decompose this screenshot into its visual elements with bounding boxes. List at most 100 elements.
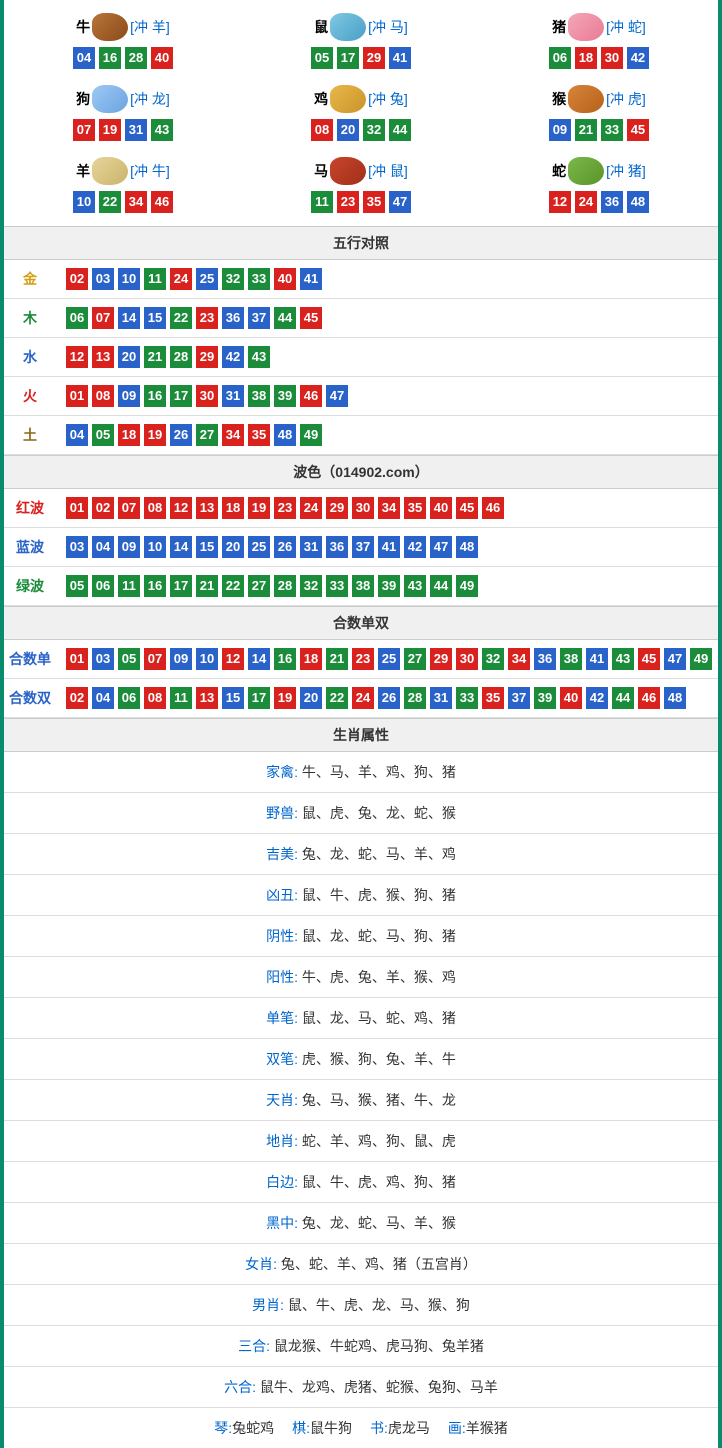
number-ball: 39 — [378, 575, 400, 597]
attr-label: 白边: — [266, 1174, 302, 1190]
number-ball: 18 — [222, 497, 244, 519]
number-ball: 36 — [222, 307, 244, 329]
number-ball: 40 — [151, 47, 173, 69]
attr-label: 家禽: — [266, 764, 302, 780]
number-ball: 02 — [66, 268, 88, 290]
number-ball: 29 — [430, 648, 452, 670]
number-ball: 21 — [144, 346, 166, 368]
number-ball: 40 — [274, 268, 296, 290]
number-ball: 23 — [274, 497, 296, 519]
attr-value: 虎、猴、狗、兔、羊、牛 — [302, 1051, 456, 1067]
zodiac-balls: 11233547 — [242, 191, 480, 213]
number-ball: 42 — [627, 47, 649, 69]
number-ball: 19 — [248, 497, 270, 519]
row-label: 合数单 — [4, 649, 56, 669]
four-item: 书:虎龙马 — [370, 1418, 430, 1438]
number-ball: 34 — [378, 497, 400, 519]
number-ball: 13 — [196, 687, 218, 709]
attr-label: 三合: — [238, 1338, 274, 1354]
number-ball: 34 — [222, 424, 244, 446]
data-row: 火0108091617303138394647 — [4, 377, 718, 416]
zodiac-name: 猪 — [552, 17, 566, 37]
number-ball: 44 — [389, 119, 411, 141]
data-row: 红波0102070812131819232429303435404546 — [4, 489, 718, 528]
number-ball: 41 — [300, 268, 322, 290]
four-val: 羊猴猪 — [466, 1420, 508, 1436]
number-ball: 43 — [404, 575, 426, 597]
zodiac-header: 鼠[冲 马] — [242, 13, 480, 41]
attr-label: 天肖: — [266, 1092, 302, 1108]
number-ball: 46 — [482, 497, 504, 519]
attr-row: 男肖: 鼠、牛、虎、龙、马、猴、狗 — [4, 1285, 718, 1326]
number-ball: 04 — [92, 687, 114, 709]
number-ball: 12 — [170, 497, 192, 519]
zodiac-balls: 04162840 — [4, 47, 242, 69]
number-ball: 13 — [196, 497, 218, 519]
attr-row: 双笔: 虎、猴、狗、兔、羊、牛 — [4, 1039, 718, 1080]
section-header-heshu: 合数单双 — [4, 606, 718, 640]
number-ball: 07 — [144, 648, 166, 670]
number-ball: 38 — [248, 385, 270, 407]
number-ball: 13 — [92, 346, 114, 368]
number-ball: 27 — [196, 424, 218, 446]
number-ball: 24 — [170, 268, 192, 290]
attr-value: 蛇、羊、鸡、狗、鼠、虎 — [302, 1133, 456, 1149]
number-ball: 03 — [92, 268, 114, 290]
number-ball: 47 — [430, 536, 452, 558]
zodiac-icon — [330, 157, 366, 185]
attr-value: 鼠牛、龙鸡、虎猪、蛇猴、兔狗、马羊 — [260, 1379, 498, 1395]
four-item: 琴:兔蛇鸡 — [214, 1418, 274, 1438]
row-balls: 0102070812131819232429303435404546 — [56, 497, 718, 519]
attr-row: 六合: 鼠牛、龙鸡、虎猪、蛇猴、兔狗、马羊 — [4, 1367, 718, 1408]
number-ball: 11 — [144, 268, 166, 290]
number-ball: 22 — [170, 307, 192, 329]
attr-value: 鼠、龙、马、蛇、鸡、猪 — [302, 1010, 456, 1026]
number-ball: 17 — [170, 575, 192, 597]
zodiac-header: 蛇[冲 猪] — [480, 157, 718, 185]
data-row: 绿波05061116172122272832333839434449 — [4, 567, 718, 606]
number-ball: 12 — [549, 191, 571, 213]
four-key: 画: — [448, 1420, 466, 1436]
zodiac-name: 牛 — [76, 17, 90, 37]
number-ball: 38 — [352, 575, 374, 597]
four-key: 棋: — [292, 1420, 310, 1436]
zodiac-conflict: [冲 马] — [368, 17, 408, 37]
zodiac-header: 马[冲 鼠] — [242, 157, 480, 185]
attr-row: 凶丑: 鼠、牛、虎、猴、狗、猪 — [4, 875, 718, 916]
row-label: 金 — [4, 269, 56, 289]
number-ball: 07 — [118, 497, 140, 519]
number-ball: 41 — [378, 536, 400, 558]
row-balls: 04051819262734354849 — [56, 424, 718, 446]
zodiac-cell: 鸡[冲 兔]08203244 — [242, 77, 480, 149]
number-ball: 49 — [690, 648, 712, 670]
four-val: 鼠牛狗 — [310, 1420, 352, 1436]
zodiac-cell: 狗[冲 龙]07193143 — [4, 77, 242, 149]
zodiac-icon — [92, 85, 128, 113]
number-ball: 11 — [311, 191, 333, 213]
attr-label: 单笔: — [266, 1010, 302, 1026]
number-ball: 28 — [125, 47, 147, 69]
number-ball: 03 — [66, 536, 88, 558]
attr-label: 地肖: — [266, 1133, 302, 1149]
data-row: 蓝波03040910141520252631363741424748 — [4, 528, 718, 567]
number-ball: 15 — [196, 536, 218, 558]
number-ball: 15 — [144, 307, 166, 329]
number-ball: 14 — [118, 307, 140, 329]
four-item: 棋:鼠牛狗 — [292, 1418, 352, 1438]
number-ball: 44 — [274, 307, 296, 329]
number-ball: 31 — [222, 385, 244, 407]
section-header-bose: 波色（014902.com） — [4, 455, 718, 489]
number-ball: 49 — [456, 575, 478, 597]
attr-row: 野兽: 鼠、虎、兔、龙、蛇、猴 — [4, 793, 718, 834]
number-ball: 31 — [430, 687, 452, 709]
number-ball: 30 — [601, 47, 623, 69]
number-ball: 27 — [248, 575, 270, 597]
number-ball: 10 — [196, 648, 218, 670]
number-ball: 21 — [196, 575, 218, 597]
four-val: 兔蛇鸡 — [232, 1420, 274, 1436]
zodiac-conflict: [冲 牛] — [130, 161, 170, 181]
row-label: 水 — [4, 347, 56, 367]
number-ball: 46 — [638, 687, 660, 709]
number-ball: 28 — [170, 346, 192, 368]
number-ball: 08 — [92, 385, 114, 407]
